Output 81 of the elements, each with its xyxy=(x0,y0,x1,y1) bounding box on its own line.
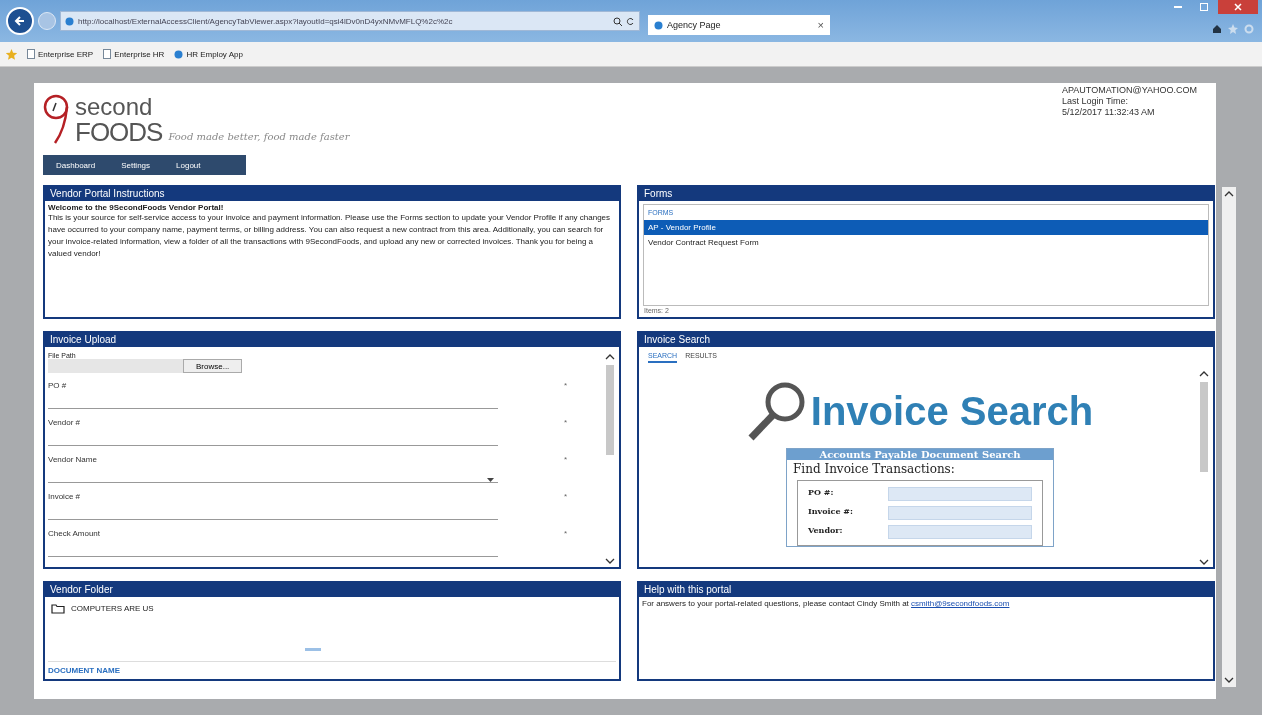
required-mark: * xyxy=(564,455,568,464)
required-mark: * xyxy=(564,418,568,427)
globe-icon xyxy=(654,20,663,30)
minimize-icon xyxy=(1174,6,1182,8)
nav-link[interactable]: Settings xyxy=(108,160,164,170)
required-mark: * xyxy=(564,381,568,390)
input-field[interactable] xyxy=(888,506,1032,520)
login-time: 5/12/2017 11:32:43 AM xyxy=(1062,107,1156,118)
nav-link[interactable]: Dashboard xyxy=(43,160,109,170)
tagline: Food made better, food made faster xyxy=(168,131,350,142)
required-mark: * xyxy=(564,492,568,501)
panel-title: Vendor Portal Instructions xyxy=(45,187,619,201)
field-label: Vendor Name xyxy=(48,455,97,464)
globe-icon xyxy=(174,49,184,59)
nav-link[interactable]: Logout xyxy=(163,160,214,170)
scroll-up-icon[interactable] xyxy=(1224,190,1234,198)
close-tab-button[interactable]: × xyxy=(817,19,824,31)
field-label: PO # xyxy=(48,381,67,390)
panel-title: Vendor Folder xyxy=(45,583,619,597)
field-label: Check Amount xyxy=(48,529,101,538)
refresh-icon[interactable] xyxy=(626,16,635,26)
resize-handle[interactable] xyxy=(305,648,321,651)
file-path-field[interactable] xyxy=(48,359,183,373)
scroll-down-icon[interactable] xyxy=(1199,558,1209,566)
scrollbar-thumb[interactable] xyxy=(606,365,614,455)
banner-title: Invoice Search xyxy=(810,388,1094,434)
scroll-down-icon[interactable] xyxy=(605,557,615,565)
form-list-item[interactable]: AP - Vendor Profile xyxy=(644,220,1208,235)
star-icon[interactable] xyxy=(1228,24,1238,34)
help-text: For answers to your portal-related questions, please contact Cindy Smith at csmith@9secondfoods.com xyxy=(642,599,1011,608)
input-field[interactable] xyxy=(888,487,1032,501)
maximize-icon xyxy=(1200,3,1208,11)
email-link[interactable]: csmith@9secondfoods.com xyxy=(911,599,1010,608)
field-label: Vendor: xyxy=(808,525,843,537)
browse-button[interactable]: Browse... xyxy=(183,359,243,373)
favorite-link[interactable]: Enterprise HR xyxy=(114,49,165,59)
globe-icon xyxy=(65,16,74,26)
scrollbar-thumb[interactable] xyxy=(1200,382,1208,472)
form-heading: Find Invoice Transactions: xyxy=(792,461,956,478)
required-mark: * xyxy=(564,529,568,538)
logo-text: FOODS xyxy=(75,119,163,145)
close-button[interactable] xyxy=(1218,0,1258,14)
folder-name[interactable]: COMPUTERS ARE US xyxy=(71,604,154,613)
back-button[interactable] xyxy=(6,7,34,35)
field-label: Invoice #: xyxy=(808,506,853,518)
welcome-heading: Welcome to the 9SecondFoods Vendor Portal! xyxy=(48,203,225,212)
field-label: PO #: xyxy=(808,487,834,499)
page-icon xyxy=(27,49,35,59)
address-bar[interactable]: http://localhost/ExternalAccessClient/AgencyTabViewer.aspx?layoutId=qsi4lDv0nD4yxNMvMFLQ%2c%2c xyxy=(60,11,640,31)
field-label: Invoice # xyxy=(48,492,81,501)
logo-mark-icon xyxy=(43,93,69,145)
page-icon xyxy=(103,49,112,59)
field-label: Vendor # xyxy=(48,418,81,427)
home-icon[interactable] xyxy=(1212,24,1222,34)
close-icon xyxy=(1234,3,1242,11)
settings-icon[interactable] xyxy=(1244,24,1254,34)
logo-text: second xyxy=(75,95,154,119)
forward-button[interactable] xyxy=(38,12,56,30)
favorite-link[interactable]: Enterprise ERP xyxy=(38,49,94,59)
page-scrollbar[interactable] xyxy=(1222,187,1236,687)
column-header: DOCUMENT NAME xyxy=(48,661,616,675)
arrow-left-icon xyxy=(14,15,26,27)
form-title: Accounts Payable Document Search xyxy=(787,449,1053,460)
panel-title: Help with this portal xyxy=(639,583,1213,597)
user-email: APAUTOMATION@YAHOO.COM xyxy=(1062,85,1197,96)
login-label: Last Login Time: xyxy=(1062,96,1130,107)
search-icon[interactable] xyxy=(613,16,622,26)
input-field[interactable] xyxy=(888,525,1032,539)
star-icon[interactable] xyxy=(6,48,17,60)
scroll-down-icon[interactable] xyxy=(1224,676,1234,684)
panel-title: Invoice Upload xyxy=(45,333,619,347)
dropdown-icon[interactable] xyxy=(487,478,494,482)
panel-title: Invoice Search xyxy=(639,333,1213,347)
folder-icon xyxy=(51,603,65,614)
favorite-link[interactable]: HR Employ App xyxy=(186,49,243,59)
form-list-item[interactable]: Vendor Contract Request Form xyxy=(644,235,1208,250)
panel-title: Forms xyxy=(639,187,1213,201)
browser-tab[interactable]: Agency Page × xyxy=(648,15,830,35)
scroll-up-icon[interactable] xyxy=(1199,370,1209,378)
scroll-up-icon[interactable] xyxy=(605,353,615,361)
instructions-text: This is your source for self-service access to your invoice and payment information. Please use the Forms section to update your Vendor Profile if any changes have occurred to your company name, payment terms, or billing address. You can also request a new contract from this area. Additionally, you can search for your invoice-related information, view a folder of all the transactions with 9SecondFoods, and upload any new or corrected invoices. Thank you for being a valued vendor! xyxy=(48,212,612,260)
